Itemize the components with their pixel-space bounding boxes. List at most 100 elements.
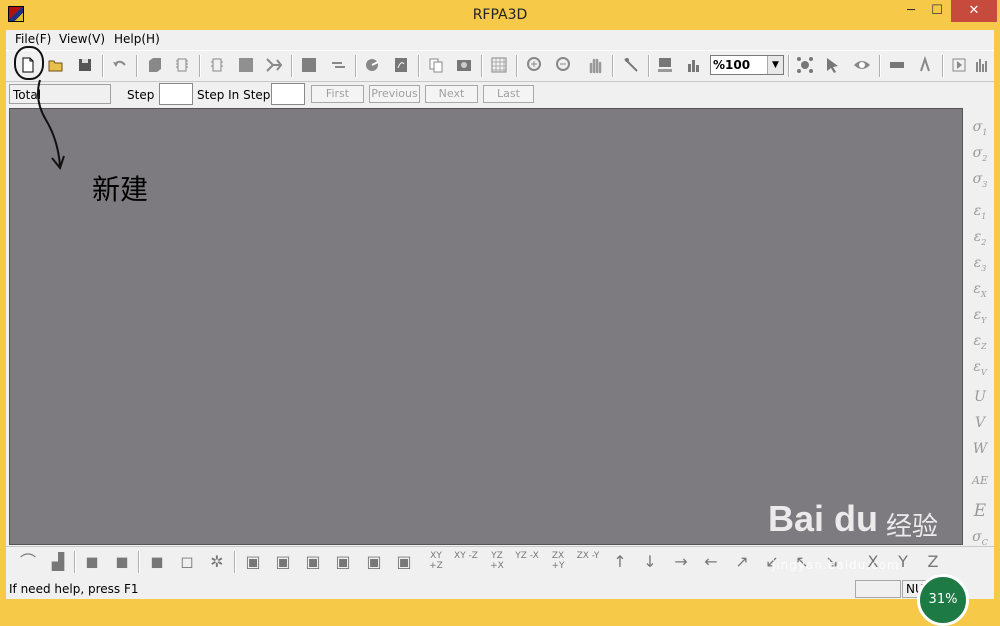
main-toolbar: %100 ▼ [6, 50, 994, 82]
view-yz-plus-x-button[interactable]: YZ +X [485, 551, 509, 573]
total-label: Total [13, 88, 42, 102]
curve-icon[interactable]: ⌒ [16, 551, 40, 573]
strain-e1-button[interactable]: ε1 [968, 200, 992, 222]
zoom-out-icon[interactable] [552, 54, 574, 76]
displacement-v-button[interactable]: V [968, 412, 992, 434]
photo-icon[interactable] [453, 54, 475, 76]
status-bar: If need help, press F1 NUM [6, 578, 994, 599]
stress-sigma2-button[interactable]: σ2 [968, 142, 992, 164]
menu-help[interactable]: Help(H) [114, 32, 160, 46]
toolbar-separator [648, 55, 650, 77]
strain-ev-button[interactable]: εV [968, 356, 992, 378]
chip-icon[interactable] [171, 54, 193, 76]
menu-file[interactable]: File(F) [15, 32, 51, 46]
step-input[interactable] [159, 83, 193, 105]
zoom-in-icon[interactable] [523, 54, 545, 76]
status-panel-blank [855, 580, 901, 598]
bar-icon[interactable] [886, 54, 908, 76]
split-arrow-icon[interactable] [263, 54, 285, 76]
maximize-button[interactable]: ☐ [924, 0, 950, 22]
minus-icon[interactable] [327, 54, 349, 76]
acoustic-emission-button[interactable]: AE [968, 470, 992, 492]
render-viewport[interactable] [9, 108, 963, 545]
menu-view[interactable]: View(V) [59, 32, 105, 46]
drawing-icon[interactable] [390, 54, 412, 76]
hand-icon[interactable] [584, 54, 606, 76]
toolbar-separator [788, 55, 790, 77]
pointer-icon[interactable] [822, 54, 844, 76]
arrow-down-icon[interactable]: ↓ [638, 551, 662, 573]
histogram-icon[interactable] [972, 54, 994, 76]
cube-solid-icon[interactable]: ◼ [145, 551, 169, 573]
open-folder-icon[interactable] [45, 54, 67, 76]
cube-icon[interactable] [143, 54, 165, 76]
undo-icon[interactable] [108, 54, 130, 76]
view-front-icon[interactable]: ▣ [241, 551, 265, 573]
step-in-step-input[interactable] [271, 83, 305, 105]
computer-icon[interactable] [654, 54, 676, 76]
view-zx-plus-y-button[interactable]: ZX +Y [546, 551, 570, 573]
annotation-label: 新建 [92, 173, 149, 206]
arrow-left-icon[interactable]: ← [699, 551, 723, 573]
grey-square-icon[interactable] [235, 54, 257, 76]
view-xy-minus-z-button[interactable]: XY -Z [454, 551, 478, 573]
strength-sigma-c-button[interactable]: σC [968, 526, 992, 548]
close-button[interactable]: ✕ [951, 0, 997, 22]
save-icon[interactable] [74, 54, 96, 76]
zoom-value: %100 [713, 58, 751, 72]
strain-ex-button[interactable]: εX [968, 278, 992, 300]
copy-icon[interactable] [425, 54, 447, 76]
last-button[interactable]: Last [483, 85, 534, 103]
step-in-step-label: Step In Step [197, 88, 271, 102]
strain-e3-button[interactable]: ε3 [968, 252, 992, 274]
view-yz-minus-x-button[interactable]: YZ -X [515, 551, 539, 573]
chip-plus-icon[interactable] [206, 54, 228, 76]
view-right-icon[interactable]: ▣ [331, 551, 355, 573]
bar-chart-icon[interactable] [683, 54, 705, 76]
view-left-icon[interactable]: ▣ [301, 551, 325, 573]
cube-back-icon[interactable]: ◼ [110, 551, 134, 573]
pen-icon[interactable] [620, 54, 642, 76]
annotation-circle [14, 46, 44, 80]
stress-sigma1-button[interactable]: σ1 [968, 116, 992, 138]
cube-front-icon[interactable]: ◼ [80, 551, 104, 573]
light-icon[interactable]: ✲ [205, 551, 229, 573]
strain-ez-button[interactable]: εZ [968, 330, 992, 352]
chevron-down-icon[interactable]: ▼ [767, 56, 783, 74]
view-back-icon[interactable]: ▣ [271, 551, 295, 573]
strain-ey-button[interactable]: εY [968, 304, 992, 326]
toolbar-separator [942, 55, 944, 77]
toolbar-separator [102, 55, 104, 77]
zoom-select[interactable]: %100 ▼ [710, 55, 784, 75]
displacement-w-button[interactable]: W [968, 438, 992, 460]
play-icon[interactable] [948, 54, 970, 76]
network-icon[interactable] [794, 54, 816, 76]
view-top-icon[interactable]: ▣ [362, 551, 386, 573]
cube-outline-icon[interactable]: ◻ [175, 551, 199, 573]
toolbar-separator [138, 551, 140, 573]
elastic-modulus-button[interactable]: E [968, 500, 992, 522]
minimize-button[interactable]: ─ [898, 0, 924, 22]
displacement-u-button[interactable]: U [968, 386, 992, 408]
stress-sigma3-button[interactable]: σ3 [968, 168, 992, 190]
arrow-up-icon[interactable]: ↑ [608, 551, 632, 573]
view-zx-minus-y-button[interactable]: ZX -Y [576, 551, 600, 573]
toolbar-separator [234, 551, 236, 573]
spin-icon[interactable] [361, 54, 383, 76]
solid-square-icon[interactable] [298, 54, 320, 76]
previous-button[interactable]: Previous [369, 85, 420, 103]
chart-icon[interactable]: ▟ [46, 551, 70, 573]
view-xy-plus-z-button[interactable]: XY +Z [424, 551, 448, 573]
grid-icon[interactable] [488, 54, 510, 76]
arrow-up-right-icon[interactable]: ↗ [730, 551, 754, 573]
strain-e2-button[interactable]: ε2 [968, 226, 992, 248]
first-button[interactable]: First [311, 85, 364, 103]
title-bar: RFPA3D ─ ☐ ✕ [0, 0, 1000, 30]
app-window: RFPA3D ─ ☐ ✕ File(F) View(V) Help(H) %10… [0, 0, 1000, 626]
eye-icon[interactable] [851, 54, 873, 76]
next-button[interactable]: Next [425, 85, 478, 103]
arrow-right-icon[interactable]: → [669, 551, 693, 573]
view-bottom-icon[interactable]: ▣ [392, 551, 416, 573]
animation-icon[interactable] [914, 54, 936, 76]
menu-bar: File(F) View(V) Help(H) [6, 30, 994, 48]
